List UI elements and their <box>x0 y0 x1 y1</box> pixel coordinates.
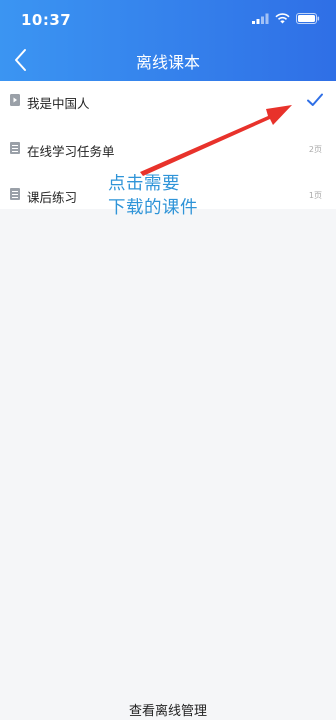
lesson-row-2[interactable]: 在线学习任务单 2页 <box>0 129 336 171</box>
lesson-label: 在线学习任务单 <box>27 144 115 159</box>
header: 10:37 离线课本 <box>0 0 336 81</box>
status-icons <box>252 13 320 24</box>
signal-icon <box>252 13 269 24</box>
wifi-icon <box>275 13 290 24</box>
page-count: 1页 <box>308 191 322 200</box>
manage-offline-label: 查看离线管理 <box>128 704 207 719</box>
nav-bar: 离线课本 <box>0 40 336 80</box>
page-count: 2页 <box>308 145 322 154</box>
lesson-label: 我是中国人 <box>27 96 90 111</box>
video-file-icon <box>10 94 20 106</box>
annotation-line-1: 点击需要 <box>108 174 180 194</box>
annotation-text: 点击需要 下载的课件 <box>108 172 198 220</box>
checkmark-icon <box>307 93 323 106</box>
page-title: 离线课本 <box>135 53 200 72</box>
lesson-row-1[interactable]: 我是中国人 <box>0 81 336 123</box>
lesson-label: 课后练习 <box>27 190 78 205</box>
battery-icon <box>296 13 320 24</box>
status-bar: 10:37 <box>0 0 336 38</box>
status-time: 10:37 <box>21 11 72 29</box>
document-icon <box>10 142 20 154</box>
annotation-line-2: 下载的课件 <box>108 198 198 218</box>
document-icon <box>10 188 20 200</box>
manage-offline-button[interactable]: 查看离线管理 <box>0 694 336 720</box>
